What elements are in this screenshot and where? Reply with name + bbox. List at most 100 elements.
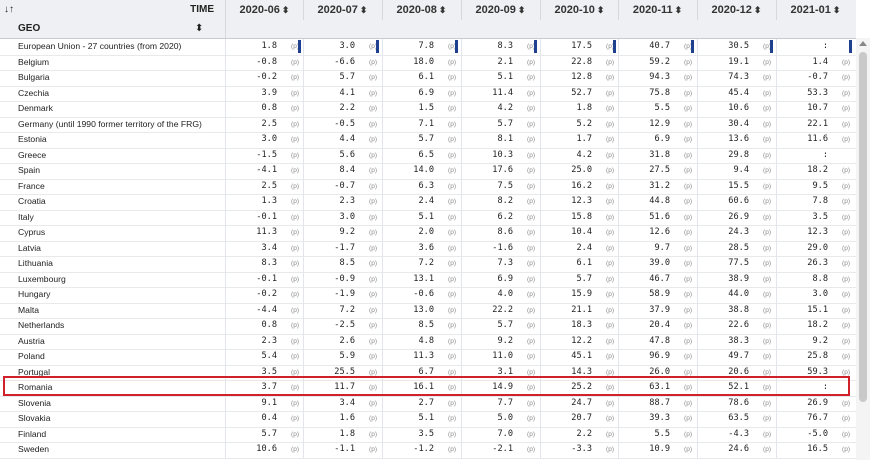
value-cell[interactable]: 26.9 (p) (697, 209, 775, 225)
geo-label[interactable]: Finland (0, 427, 225, 443)
value-cell[interactable]: 25.0 (p) (540, 163, 618, 179)
value-cell[interactable]: 7.3 (p) (461, 256, 539, 272)
value-cell[interactable]: 2.7 (p) (382, 395, 460, 411)
value-cell[interactable]: 12.6 (p) (618, 225, 696, 241)
column-sort-icon[interactable]: ⬍ (360, 5, 368, 15)
value-cell[interactable]: 5.5 (p) (618, 426, 696, 442)
value-cell[interactable]: 24.7 (p) (540, 395, 618, 411)
value-cell[interactable]: 25.5 (p) (303, 364, 381, 380)
value-cell[interactable]: 77.5 (p) (697, 256, 775, 272)
value-cell[interactable]: 3.5 (p) (776, 209, 854, 225)
value-cell[interactable]: -4.1 (p) (225, 163, 303, 179)
value-cell[interactable]: 11.7 (p) (303, 380, 381, 396)
value-cell[interactable]: 75.8 (p) (618, 85, 696, 101)
value-cell[interactable]: 6.3 (p) (382, 178, 460, 194)
value-cell[interactable]: 4.4 (p) (303, 132, 381, 148)
value-cell[interactable]: 22.2 (p) (461, 302, 539, 318)
column-header-3[interactable]: 2020-09 ⬍ (461, 0, 539, 20)
geo-label[interactable]: Slovakia (0, 411, 225, 427)
geo-label[interactable]: Sweden (0, 442, 225, 458)
value-cell[interactable]: 3.5 (p) (382, 426, 460, 442)
value-cell[interactable]: 60.6 (p) (697, 194, 775, 210)
value-cell[interactable]: -4.3 (p) (697, 426, 775, 442)
value-cell[interactable]: 39.3 (p) (618, 411, 696, 427)
column-header-4[interactable]: 2020-10 ⬍ (540, 0, 618, 20)
value-cell[interactable]: 8.2 (p) (461, 194, 539, 210)
value-cell[interactable]: 5.4 (p) (225, 349, 303, 365)
value-cell[interactable]: 9.5 (p) (776, 178, 854, 194)
value-cell[interactable]: 4.2 (p) (540, 147, 618, 163)
value-cell[interactable]: : (776, 147, 854, 163)
value-cell[interactable]: 2.0 (p) (382, 225, 460, 241)
value-cell[interactable]: 1.7 (p) (540, 132, 618, 148)
value-cell[interactable]: 11.0 (p) (461, 349, 539, 365)
value-cell[interactable]: : (776, 39, 854, 55)
value-cell[interactable]: 38.3 (p) (697, 333, 775, 349)
value-cell[interactable]: -3.3 (p) (540, 442, 618, 458)
column-sort-icon[interactable]: ⬍ (754, 5, 762, 15)
geo-label[interactable]: Greece (0, 148, 225, 164)
value-cell[interactable]: 3.1 (p) (461, 364, 539, 380)
value-cell[interactable]: 40.7 (p) (618, 39, 696, 55)
value-cell[interactable]: 2.1 (p) (461, 54, 539, 70)
value-cell[interactable]: 5.7 (p) (303, 70, 381, 86)
value-cell[interactable]: 28.5 (p) (697, 240, 775, 256)
geo-label[interactable]: Poland (0, 349, 225, 365)
value-cell[interactable]: -1.6 (p) (461, 240, 539, 256)
value-cell[interactable]: 20.7 (p) (540, 411, 618, 427)
value-cell[interactable]: 88.7 (p) (618, 395, 696, 411)
value-cell[interactable]: -0.7 (p) (303, 178, 381, 194)
value-cell[interactable]: 22.1 (p) (776, 116, 854, 132)
value-cell[interactable]: 20.6 (p) (697, 364, 775, 380)
value-cell[interactable]: 94.3 (p) (618, 70, 696, 86)
value-cell[interactable]: 3.4 (p) (225, 240, 303, 256)
value-cell[interactable]: 12.9 (p) (618, 116, 696, 132)
value-cell[interactable]: 2.2 (p) (303, 101, 381, 117)
value-cell[interactable]: -1.7 (p) (303, 240, 381, 256)
value-cell[interactable]: 2.4 (p) (540, 240, 618, 256)
value-cell[interactable]: 0.8 (p) (225, 318, 303, 334)
value-cell[interactable]: 20.4 (p) (618, 318, 696, 334)
value-cell[interactable]: 8.3 (p) (225, 256, 303, 272)
value-cell[interactable]: 5.1 (p) (382, 209, 460, 225)
value-cell[interactable]: -0.2 (p) (225, 70, 303, 86)
value-cell[interactable]: 2.3 (p) (303, 194, 381, 210)
column-sort-icon[interactable]: ⬍ (518, 5, 526, 15)
value-cell[interactable]: -1.9 (p) (303, 287, 381, 303)
value-cell[interactable]: 53.3 (p) (776, 85, 854, 101)
value-cell[interactable]: 29.0 (p) (776, 240, 854, 256)
value-cell[interactable]: 12.2 (p) (540, 333, 618, 349)
value-cell[interactable]: -4.4 (p) (225, 302, 303, 318)
value-cell[interactable]: 30.4 (p) (697, 116, 775, 132)
value-cell[interactable]: 12.3 (p) (540, 194, 618, 210)
value-cell[interactable]: 15.8 (p) (540, 209, 618, 225)
geo-label[interactable]: Cyprus (0, 225, 225, 241)
value-cell[interactable]: 24.3 (p) (697, 225, 775, 241)
value-cell[interactable]: 10.6 (p) (225, 442, 303, 458)
value-cell[interactable]: -0.1 (p) (225, 271, 303, 287)
value-cell[interactable]: 9.4 (p) (697, 163, 775, 179)
value-cell[interactable]: 6.1 (p) (382, 70, 460, 86)
value-cell[interactable]: 31.8 (p) (618, 147, 696, 163)
value-cell[interactable]: 46.7 (p) (618, 271, 696, 287)
value-cell[interactable]: 0.4 (p) (225, 411, 303, 427)
value-cell[interactable]: 11.4 (p) (461, 85, 539, 101)
value-cell[interactable]: 44.8 (p) (618, 194, 696, 210)
value-cell[interactable]: 11.6 (p) (776, 132, 854, 148)
value-cell[interactable]: 7.2 (p) (382, 256, 460, 272)
geo-label[interactable]: Austria (0, 334, 225, 350)
geo-label[interactable]: Netherlands (0, 318, 225, 334)
value-cell[interactable]: 4.0 (p) (461, 287, 539, 303)
geo-label[interactable]: Croatia (0, 194, 225, 210)
value-cell[interactable]: -0.7 (p) (776, 70, 854, 86)
value-cell[interactable]: 6.2 (p) (461, 209, 539, 225)
geo-label[interactable]: Portugal (0, 365, 225, 381)
geo-label[interactable]: Lithuania (0, 256, 225, 272)
column-header-0[interactable]: 2020-06 ⬍ (225, 0, 303, 20)
value-cell[interactable]: 3.6 (p) (382, 240, 460, 256)
value-cell[interactable]: 13.1 (p) (382, 271, 460, 287)
value-cell[interactable]: -2.1 (p) (461, 442, 539, 458)
value-cell[interactable]: 0.8 (p) (225, 101, 303, 117)
value-cell[interactable]: 10.6 (p) (697, 101, 775, 117)
value-cell[interactable]: 3.4 (p) (303, 395, 381, 411)
